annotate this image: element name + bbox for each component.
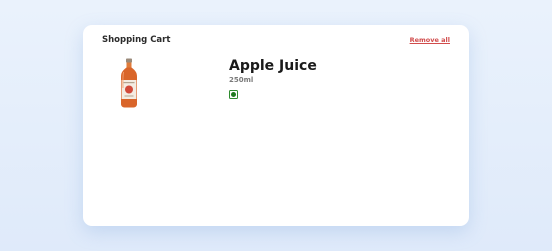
veg-indicator-dot <box>231 92 236 97</box>
product-volume: 250ml <box>229 76 254 84</box>
veg-indicator-icon <box>229 90 238 99</box>
cart-title: Shopping Cart <box>102 35 171 45</box>
juice-bottle-icon <box>121 58 137 108</box>
remove-all-link[interactable]: Remove all <box>410 36 450 44</box>
product-name: Apple Juice <box>229 58 317 74</box>
shopping-cart-card: Shopping Cart Remove all Apple Juice 250… <box>83 25 469 226</box>
